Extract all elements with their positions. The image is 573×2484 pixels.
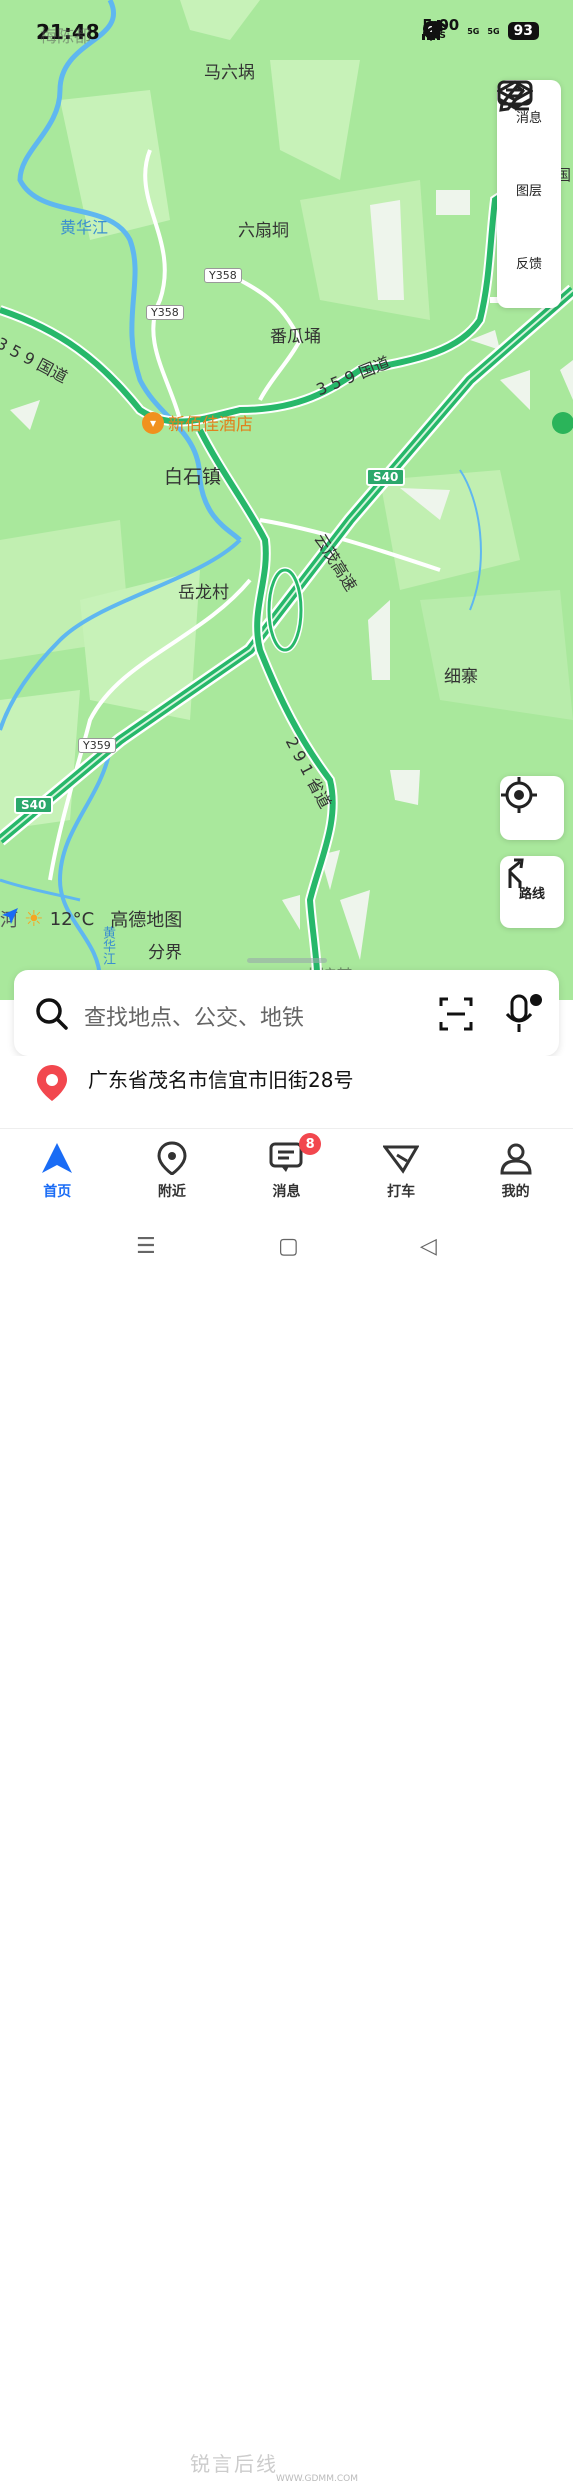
system-nav-bar: ☰ ▢ ◁ 锐言后线 WWW.GDMM.COM [0, 1212, 573, 2484]
home-navigation-icon [42, 1143, 73, 1173]
battery-indicator: 93 [507, 22, 539, 40]
map-label-yue-long-village: 岳龙村 [178, 583, 229, 603]
map-label-liu-shan-dong: 六扇垌 [238, 221, 289, 241]
signal-5g-2: 5G [422, 20, 500, 40]
tab-profile[interactable]: 我的 [458, 1129, 573, 1213]
watermark-text: 锐言后线 [190, 2452, 278, 2476]
map-label-xi-zhai: 细寨 [444, 667, 478, 687]
status-icons: 5.00 KB/S 5G 5G 93 [422, 18, 539, 42]
route-button[interactable]: 路线 [500, 856, 564, 928]
map-label-ma-liu-wo: 马六埚 [204, 63, 255, 83]
taxi-icon [383, 1145, 420, 1174]
sun-icon: ☀ [24, 906, 44, 932]
road-badge-y359: Y359 [78, 738, 116, 753]
crosshair-icon [501, 777, 537, 813]
map-label-fan-gua-yong: 番瓜埇 [270, 327, 321, 347]
road-badge-s40-right: S40 [366, 468, 406, 486]
route-arrow-icon [508, 858, 524, 888]
home-icon[interactable]: ▢ [278, 1234, 299, 1259]
location-pin-icon [37, 1065, 67, 1101]
bottom-tab-bar: 首页 附近 消息 8 打车 我的 [0, 1128, 573, 1213]
hotel-icon: ▾ [142, 411, 164, 434]
drag-handle[interactable] [247, 958, 327, 963]
watermark-url: WWW.GDMM.COM [276, 2474, 358, 2484]
weather-widget[interactable]: 河 ☀ 12°C 高德地图 [0, 906, 182, 932]
signal-5g-1: 5G [422, 20, 479, 40]
tab-nearby[interactable]: 附近 [115, 1129, 230, 1213]
map-view[interactable]: 21:48 5.00 KB/S 5G 5G 93 梅陈都 马六埚 黄华江 六扇垌… [0, 0, 573, 1000]
road-badge-y358-top: Y358 [204, 268, 242, 283]
microphone-icon[interactable] [504, 992, 544, 1034]
message-count-badge: 8 [299, 1133, 322, 1155]
nearby-pin-icon [157, 1141, 187, 1175]
map-label-huanghua-river: 黄华江 [60, 218, 109, 237]
search-input[interactable]: 查找地点、公交、地铁 [84, 1000, 304, 1032]
map-side-panel: 消息 图层 反馈 [497, 80, 561, 308]
gaode-logo: 高德地图 [2, 906, 182, 932]
profile-icon [500, 1143, 532, 1175]
tab-home[interactable]: 首页 [0, 1129, 115, 1213]
search-bar[interactable]: 查找地点、公交、地铁 [14, 970, 559, 1056]
feedback-button[interactable]: 反馈 [497, 83, 561, 299]
scan-icon[interactable] [438, 996, 474, 1032]
tab-taxi[interactable]: 打车 [344, 1129, 459, 1213]
park-icon[interactable] [552, 412, 573, 434]
current-address[interactable]: 广东省茂名市信宜市旧街28号 [0, 1056, 573, 1128]
map-terrain [0, 0, 573, 1000]
signal-bars-icon [422, 20, 441, 40]
layers-button[interactable]: 图层 [497, 80, 561, 226]
road-badge-y358-mid: Y358 [146, 305, 184, 320]
tab-messages[interactable]: 消息 8 [229, 1129, 344, 1213]
gaode-arrow-icon [2, 908, 18, 924]
road-badge-s40-left: S40 [14, 796, 54, 814]
poi-hotel[interactable]: ▾ 新佰佳酒店 [142, 410, 253, 435]
back-icon[interactable]: ◁ [420, 1234, 437, 1259]
address-text: 广东省茂名市信宜市旧街28号 [88, 1068, 354, 1092]
edit-icon [499, 83, 529, 112]
map-label-top-town: 梅陈都 [40, 27, 91, 47]
menu-icon[interactable]: ☰ [136, 1234, 156, 1259]
map-label-fen-jie: 分界 [148, 943, 182, 963]
map-label-bai-shi-town: 白石镇 [164, 466, 222, 488]
search-icon [36, 998, 68, 1030]
locate-button[interactable] [500, 776, 564, 840]
